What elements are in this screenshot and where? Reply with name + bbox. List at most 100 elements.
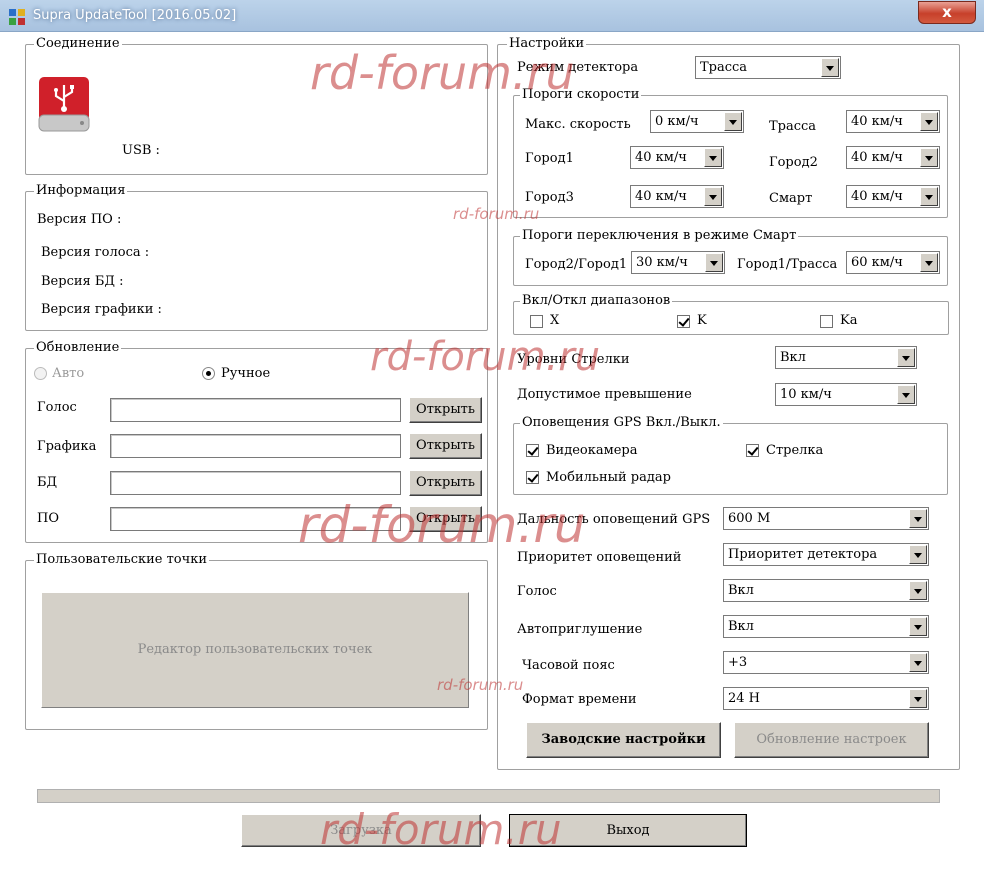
highway-select[interactable]: 40 км/ч (846, 110, 940, 133)
mobile-radar-label: Мобильный радар (546, 470, 671, 485)
close-button[interactable]: x (918, 1, 976, 24)
chevron-down-icon[interactable] (705, 253, 723, 272)
band-ka-checkbox[interactable] (820, 315, 833, 328)
city1-select[interactable]: 40 км/ч (630, 146, 724, 169)
smart-thresholds-title: Пороги переключения в режиме Смарт (520, 228, 799, 244)
time-format-value: 24 H (728, 691, 761, 706)
settings-group: Настройки Режим детектора Трасса Пороги … (497, 36, 960, 770)
mode-manual-radio[interactable] (202, 367, 215, 380)
graphics-file-input[interactable] (110, 434, 401, 458)
band-k-checkbox[interactable] (677, 315, 690, 328)
chevron-down-icon[interactable] (724, 112, 742, 131)
city3-value: 40 км/ч (635, 189, 687, 204)
alert-priority-select[interactable]: Приоритет детектора (723, 543, 929, 566)
band-x-label: X (550, 313, 560, 328)
usb-drive-icon (38, 77, 90, 132)
update-settings-button[interactable]: Обновление настроек (734, 722, 929, 758)
strelka-checkbox[interactable] (746, 444, 759, 457)
voice-open-button[interactable]: Открыть (409, 397, 482, 423)
chevron-down-icon[interactable] (897, 385, 915, 404)
band-k-label: K (697, 313, 707, 328)
chevron-down-icon[interactable] (704, 187, 722, 206)
city2-city1-label: Город2/Город1 (525, 257, 628, 272)
voice-label: Голос (517, 584, 557, 599)
city3-label: Город3 (525, 190, 574, 205)
app-icon (9, 9, 25, 25)
factory-settings-button[interactable]: Заводские настройки (526, 722, 721, 758)
connection-title: Соединение (34, 36, 122, 52)
auto-mute-label: Автоприглушение (517, 622, 643, 637)
city1-label: Город1 (525, 151, 574, 166)
smart-select[interactable]: 40 км/ч (846, 185, 940, 208)
fw-file-input[interactable] (110, 507, 401, 531)
mobile-radar-checkbox[interactable] (526, 471, 539, 484)
db-file-label: БД (37, 475, 58, 490)
camera-label: Видеокамера (546, 443, 638, 458)
detector-mode-label: Режим детектора (517, 60, 639, 75)
camera-checkbox[interactable] (526, 444, 539, 457)
db-file-input[interactable] (110, 471, 401, 495)
fw-open-button[interactable]: Открыть (409, 506, 482, 532)
time-format-select[interactable]: 24 H (723, 687, 929, 710)
graphics-open-button[interactable]: Открыть (409, 433, 482, 459)
chevron-down-icon[interactable] (897, 348, 915, 367)
load-button[interactable]: Загрузка (241, 814, 481, 847)
smart-label: Смарт (769, 191, 813, 206)
city1-highway-value: 60 км/ч (851, 255, 903, 270)
chevron-down-icon[interactable] (909, 545, 927, 564)
timezone-label: Часовой пояс (522, 658, 615, 673)
highway-label: Трасса (769, 119, 817, 134)
city3-select[interactable]: 40 км/ч (630, 185, 724, 208)
gps-alerts-title: Оповещения GPS Вкл./Выкл. (520, 415, 723, 431)
allowed-excess-label: Допустимое превышение (517, 387, 692, 402)
gps-distance-select[interactable]: 600 M (723, 507, 929, 530)
chevron-down-icon[interactable] (909, 617, 927, 636)
voice-file-input[interactable] (110, 398, 401, 422)
voice-value: Вкл (728, 583, 754, 598)
time-format-label: Формат времени (522, 692, 637, 707)
mode-auto-radio[interactable] (34, 367, 47, 380)
arrow-levels-select[interactable]: Вкл (775, 346, 917, 369)
allowed-excess-select[interactable]: 10 км/ч (775, 383, 917, 406)
max-speed-select[interactable]: 0 км/ч (650, 110, 744, 133)
info-group: Информация Версия ПО : Версия голоса : В… (25, 183, 488, 331)
city2-city1-select[interactable]: 30 км/ч (631, 251, 725, 274)
city2-value: 40 км/ч (851, 150, 903, 165)
fw-version-label: Версия ПО : (37, 212, 122, 227)
chevron-down-icon[interactable] (920, 187, 938, 206)
chevron-down-icon[interactable] (920, 253, 938, 272)
alert-priority-label: Приоритет оповещений (517, 550, 682, 565)
auto-mute-select[interactable]: Вкл (723, 615, 929, 638)
arrow-levels-label: Уровни Стрелки (517, 352, 630, 367)
exit-button[interactable]: Выход (509, 814, 747, 847)
voice-select[interactable]: Вкл (723, 579, 929, 602)
mode-auto-label: Авто (52, 366, 85, 381)
max-speed-value: 0 км/ч (655, 114, 699, 129)
arrow-levels-value: Вкл (780, 350, 806, 365)
city1-highway-label: Город1/Трасса (737, 257, 838, 272)
city2-select[interactable]: 40 км/ч (846, 146, 940, 169)
db-version-label: Версия БД : (41, 274, 124, 289)
user-points-editor-button[interactable]: Редактор пользовательских точек (41, 592, 469, 708)
bands-group: Вкл/Откл диапазонов X K Ka (513, 293, 949, 335)
city1-highway-select[interactable]: 60 км/ч (846, 251, 940, 274)
chevron-down-icon[interactable] (909, 653, 927, 672)
user-points-group: Пользовательские точки Редактор пользова… (25, 552, 488, 730)
timezone-select[interactable]: +3 (723, 651, 929, 674)
connection-group: Соединение USB : (25, 36, 488, 175)
update-group: Обновление Авто Ручное Голос Открыть Гра… (25, 340, 488, 543)
detector-mode-select[interactable]: Трасса (695, 56, 841, 79)
chevron-down-icon[interactable] (821, 58, 839, 77)
chevron-down-icon[interactable] (920, 148, 938, 167)
chevron-down-icon[interactable] (909, 581, 927, 600)
chevron-down-icon[interactable] (909, 509, 927, 528)
close-icon: x (942, 3, 952, 21)
allowed-excess-value: 10 км/ч (780, 387, 832, 402)
chevron-down-icon[interactable] (909, 689, 927, 708)
db-open-button[interactable]: Открыть (409, 470, 482, 496)
chevron-down-icon[interactable] (920, 112, 938, 131)
detector-mode-value: Трасса (700, 60, 748, 75)
band-x-checkbox[interactable] (530, 315, 543, 328)
gps-distance-value: 600 M (728, 511, 771, 526)
chevron-down-icon[interactable] (704, 148, 722, 167)
